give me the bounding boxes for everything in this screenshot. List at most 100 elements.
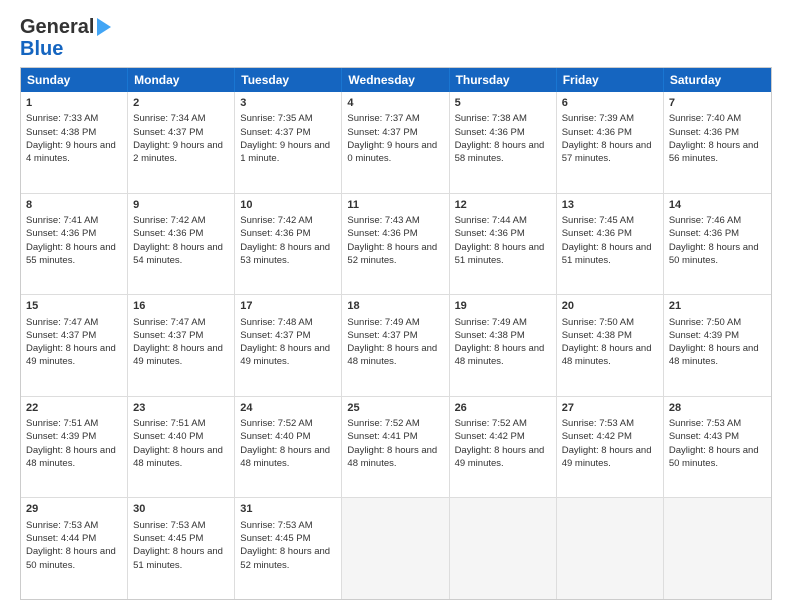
day-cell-11: 11Sunrise: 7:43 AMSunset: 4:36 PMDayligh… [342, 194, 449, 295]
sunrise-25: Sunrise: 7:52 AM [347, 418, 419, 429]
day-number-11: 11 [347, 198, 443, 213]
daylight-label-10: Daylight: 8 hours and 53 minutes. [240, 242, 330, 266]
logo-arrow-icon [97, 18, 111, 36]
sunrise-5: Sunrise: 7:38 AM [455, 113, 527, 124]
sunrise-3: Sunrise: 7:35 AM [240, 113, 312, 124]
day-number-26: 26 [455, 401, 551, 416]
day-number-3: 3 [240, 96, 336, 111]
day-cell-2: 2 Sunrise: 7:34 AM Sunset: 4:37 PM Daylight… [128, 92, 235, 193]
daylight-label-5: Daylight: 8 hours and 58 minutes. [455, 140, 545, 164]
day-number-20: 20 [562, 299, 658, 314]
header-day-tuesday: Tuesday [235, 68, 342, 92]
empty-cell-4-6 [664, 498, 771, 599]
empty-cell-4-3 [342, 498, 449, 599]
calendar-row-0: 1Sunrise: 7:33 AMSunset: 4:38 PMDaylight… [21, 92, 771, 193]
day-number-5: 5 [455, 96, 551, 111]
sunset-5: Sunset: 4:36 PM [455, 127, 525, 138]
daylight-label-31: Daylight: 8 hours and 52 minutes. [240, 546, 330, 570]
empty-cell-4-5 [557, 498, 664, 599]
daylight-label-4: Daylight: 9 hours and 0 minutes. [347, 140, 437, 164]
sunrise-10: Sunrise: 7:42 AM [240, 215, 312, 226]
sunrise-22: Sunrise: 7:51 AM [26, 418, 98, 429]
day-cell-18: 18 Sunrise: 7:49 AM Sunset: 4:37 PM Dayligh… [342, 295, 449, 396]
calendar-row-2: 15Sunrise: 7:47 AMSunset: 4:37 PMDayligh… [21, 294, 771, 396]
day-cell-3: 3 Sunrise: 7:35 AM Sunset: 4:37 PM Daylight… [235, 92, 342, 193]
sunrise-18: Sunrise: 7:49 AM [347, 317, 419, 328]
logo: General Blue [20, 16, 111, 59]
sunrise-12: Sunrise: 7:44 AM [455, 215, 527, 226]
daylight-label-16: Daylight: 8 hours and 49 minutes. [133, 343, 223, 367]
day-cell-21: 21Sunrise: 7:50 AMSunset: 4:39 PMDayligh… [664, 295, 771, 396]
day-cell-24: 24Sunrise: 7:52 AMSunset: 4:40 PMDayligh… [235, 397, 342, 498]
daylight-label-18: Daylight: 8 hours and 48 minutes. [347, 343, 437, 367]
day-number-2: 2 [133, 96, 229, 111]
daylight-label-30: Daylight: 8 hours and 51 minutes. [133, 546, 223, 570]
daylight-label-9: Daylight: 8 hours and 54 minutes. [133, 242, 223, 266]
day-cell-25: 25Sunrise: 7:52 AMSunset: 4:41 PMDayligh… [342, 397, 449, 498]
sunset-2: Sunset: 4:37 PM [133, 127, 203, 138]
sunrise-31: Sunrise: 7:53 AM [240, 520, 312, 531]
sunset-20: Sunset: 4:38 PM [562, 330, 632, 341]
sunrise-11: Sunrise: 7:43 AM [347, 215, 419, 226]
day-number-10: 10 [240, 198, 336, 213]
sunset-19: Sunset: 4:38 PM [455, 330, 525, 341]
sunrise-30: Sunrise: 7:53 AM [133, 520, 205, 531]
sunrise-28: Sunrise: 7:53 AM [669, 418, 741, 429]
sunset-8: Sunset: 4:36 PM [26, 228, 96, 239]
day-cell-31: 31Sunrise: 7:53 AMSunset: 4:45 PMDayligh… [235, 498, 342, 599]
sunrise-24: Sunrise: 7:52 AM [240, 418, 312, 429]
header: General Blue [20, 16, 772, 59]
sunrise-17: Sunrise: 7:48 AM [240, 317, 312, 328]
daylight-label-3: Daylight: 9 hours and 1 minute. [240, 140, 330, 164]
day-cell-16: 16Sunrise: 7:47 AMSunset: 4:37 PMDayligh… [128, 295, 235, 396]
sunrise-23: Sunrise: 7:51 AM [133, 418, 205, 429]
day-number-27: 27 [562, 401, 658, 416]
sunset-6: Sunset: 4:36 PM [562, 127, 632, 138]
sunset-12: Sunset: 4:36 PM [455, 228, 525, 239]
header-day-thursday: Thursday [450, 68, 557, 92]
daylight-label-15: Daylight: 8 hours and 49 minutes. [26, 343, 116, 367]
day-cell-13: 13Sunrise: 7:45 AMSunset: 4:36 PMDayligh… [557, 194, 664, 295]
day-number-21: 21 [669, 299, 766, 314]
daylight-label-23: Daylight: 8 hours and 48 minutes. [133, 445, 223, 469]
day-number-31: 31 [240, 502, 336, 517]
day-cell-22: 22Sunrise: 7:51 AMSunset: 4:39 PMDayligh… [21, 397, 128, 498]
sunset-27: Sunset: 4:42 PM [562, 431, 632, 442]
day-number-8: 8 [26, 198, 122, 213]
day-cell-29: 29Sunrise: 7:53 AMSunset: 4:44 PMDayligh… [21, 498, 128, 599]
day-cell-27: 27 Sunrise: 7:53 AM Sunset: 4:42 PM Dayligh… [557, 397, 664, 498]
sunset-14: Sunset: 4:36 PM [669, 228, 739, 239]
daylight-label-25: Daylight: 8 hours and 48 minutes. [347, 445, 437, 469]
sunset-29: Sunset: 4:44 PM [26, 533, 96, 544]
sunset-24: Sunset: 4:40 PM [240, 431, 310, 442]
page: General Blue SundayMondayTuesdayWednesda… [0, 0, 792, 612]
day-number-24: 24 [240, 401, 336, 416]
logo-text-general: General [20, 16, 94, 39]
sunrise-27: Sunrise: 7:53 AM [562, 418, 634, 429]
day-cell-28: 28Sunrise: 7:53 AMSunset: 4:43 PMDayligh… [664, 397, 771, 498]
sunset-11: Sunset: 4:36 PM [347, 228, 417, 239]
daylight-label-2: Daylight: 9 hours and 2 minutes. [133, 140, 223, 164]
calendar-row-1: 8Sunrise: 7:41 AMSunset: 4:36 PMDaylight… [21, 193, 771, 295]
day-number-15: 15 [26, 299, 122, 314]
sunset-18: Sunset: 4:37 PM [347, 330, 417, 341]
sunset-25: Sunset: 4:41 PM [347, 431, 417, 442]
day-number-6: 6 [562, 96, 658, 111]
day-number-19: 19 [455, 299, 551, 314]
sunset-3: Sunset: 4:37 PM [240, 127, 310, 138]
daylight-label-19: Daylight: 8 hours and 48 minutes. [455, 343, 545, 367]
sunrise-7: Sunrise: 7:40 AM [669, 113, 741, 124]
daylight-label-1: Daylight: 9 hours and 4 minutes. [26, 140, 116, 164]
sunrise-4: Sunrise: 7:37 AM [347, 113, 419, 124]
day-cell-12: 12Sunrise: 7:44 AMSunset: 4:36 PMDayligh… [450, 194, 557, 295]
sunrise-2: Sunrise: 7:34 AM [133, 113, 205, 124]
daylight-label-28: Daylight: 8 hours and 50 minutes. [669, 445, 759, 469]
day-cell-6: 6Sunrise: 7:39 AMSunset: 4:36 PMDaylight… [557, 92, 664, 193]
day-cell-10: 10Sunrise: 7:42 AMSunset: 4:36 PMDayligh… [235, 194, 342, 295]
day-number-29: 29 [26, 502, 122, 517]
day-number-18: 18 [347, 299, 443, 314]
sunrise-29: Sunrise: 7:53 AM [26, 520, 98, 531]
day-cell-9: 9Sunrise: 7:42 AMSunset: 4:36 PMDaylight… [128, 194, 235, 295]
daylight-label-27: Daylight: 8 hours and 49 minutes. [562, 445, 652, 469]
day-number-28: 28 [669, 401, 766, 416]
